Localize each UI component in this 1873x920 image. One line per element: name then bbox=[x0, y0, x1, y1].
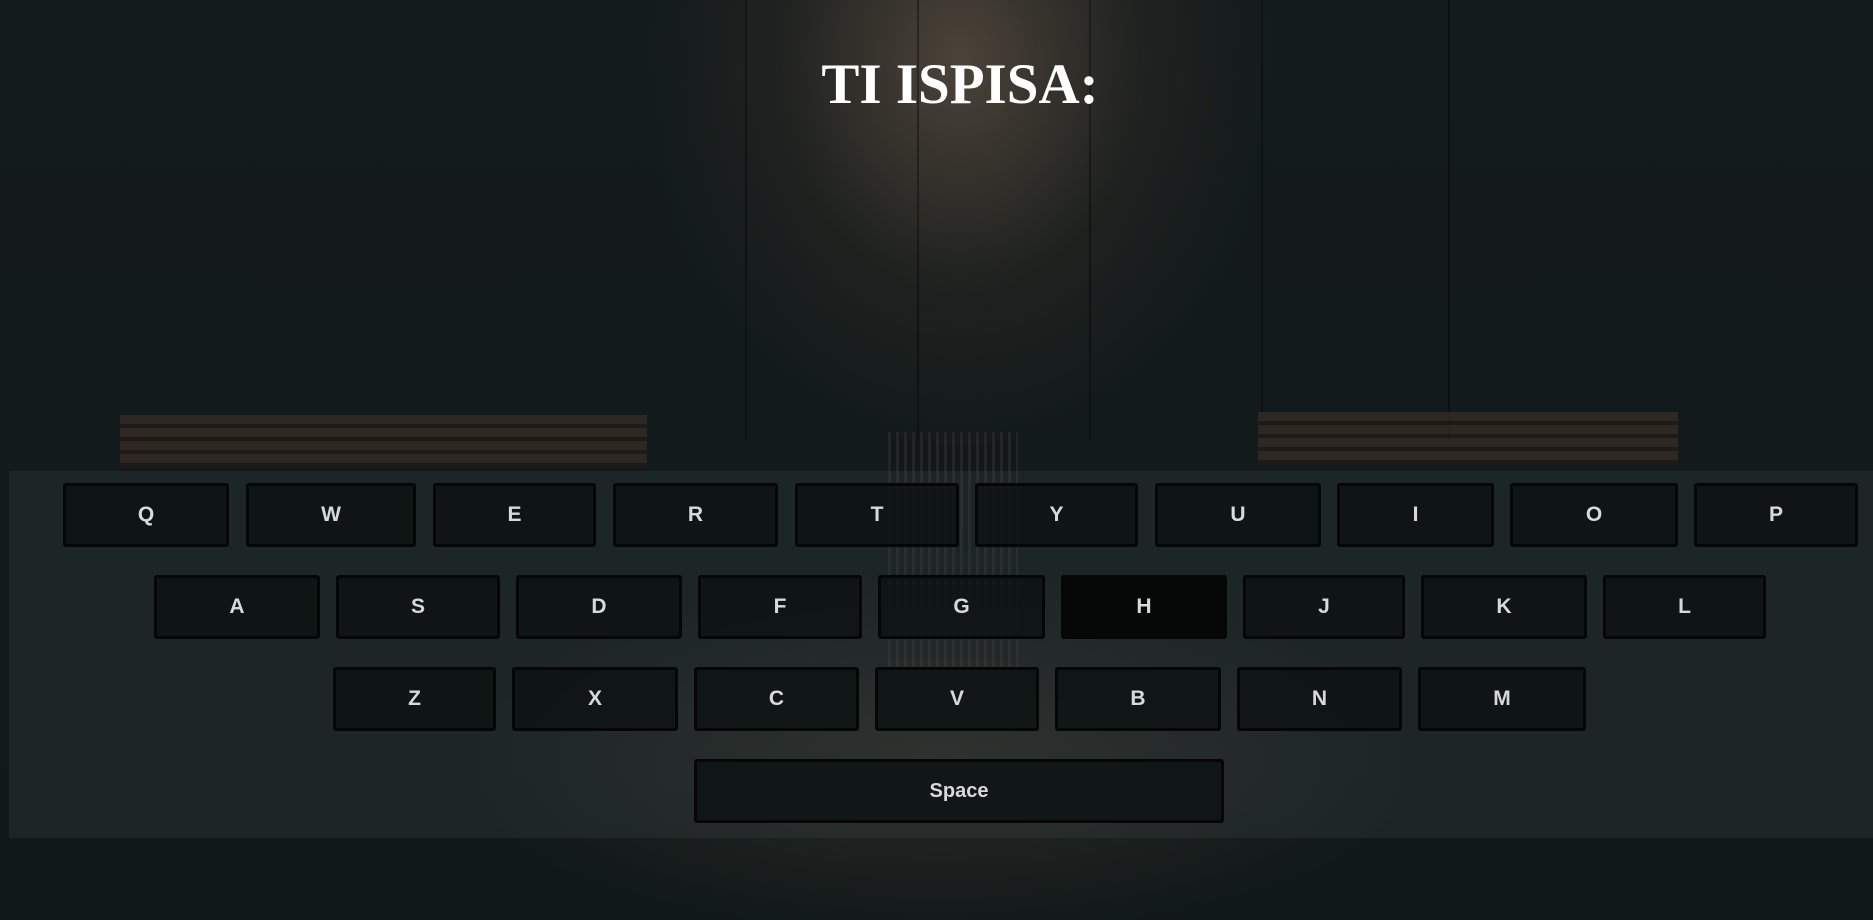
key-d[interactable]: D bbox=[516, 575, 682, 639]
space-key[interactable]: Space bbox=[694, 759, 1224, 823]
bench bbox=[120, 415, 647, 467]
key-f[interactable]: F bbox=[698, 575, 862, 639]
key-y[interactable]: Y bbox=[975, 483, 1138, 547]
key-u[interactable]: U bbox=[1155, 483, 1321, 547]
key-w[interactable]: W bbox=[246, 483, 416, 547]
key-n[interactable]: N bbox=[1237, 667, 1402, 731]
key-m[interactable]: M bbox=[1418, 667, 1586, 731]
key-p[interactable]: P bbox=[1694, 483, 1858, 547]
key-h[interactable]: H bbox=[1061, 575, 1227, 639]
key-o[interactable]: O bbox=[1510, 483, 1678, 547]
key-t[interactable]: T bbox=[795, 483, 959, 547]
key-a[interactable]: A bbox=[154, 575, 320, 639]
key-q[interactable]: Q bbox=[63, 483, 229, 547]
key-k[interactable]: K bbox=[1421, 575, 1587, 639]
key-j[interactable]: J bbox=[1243, 575, 1405, 639]
key-r[interactable]: R bbox=[613, 483, 778, 547]
on-screen-keyboard: Q W E R T Y U I O P A S D F G H J K L Z … bbox=[9, 471, 1873, 838]
key-i[interactable]: I bbox=[1337, 483, 1494, 547]
page-title: TI ISPISA: bbox=[821, 53, 1099, 116]
key-b[interactable]: B bbox=[1055, 667, 1221, 731]
key-e[interactable]: E bbox=[433, 483, 596, 547]
key-c[interactable]: C bbox=[694, 667, 859, 731]
key-g[interactable]: G bbox=[878, 575, 1045, 639]
key-z[interactable]: Z bbox=[333, 667, 496, 731]
key-l[interactable]: L bbox=[1603, 575, 1766, 639]
key-v[interactable]: V bbox=[875, 667, 1039, 731]
key-s[interactable]: S bbox=[336, 575, 500, 639]
key-x[interactable]: X bbox=[512, 667, 678, 731]
page-background: TI ISPISA: Q W E R T Y U I O P A S D F G… bbox=[0, 0, 1873, 920]
bench bbox=[1258, 412, 1678, 464]
